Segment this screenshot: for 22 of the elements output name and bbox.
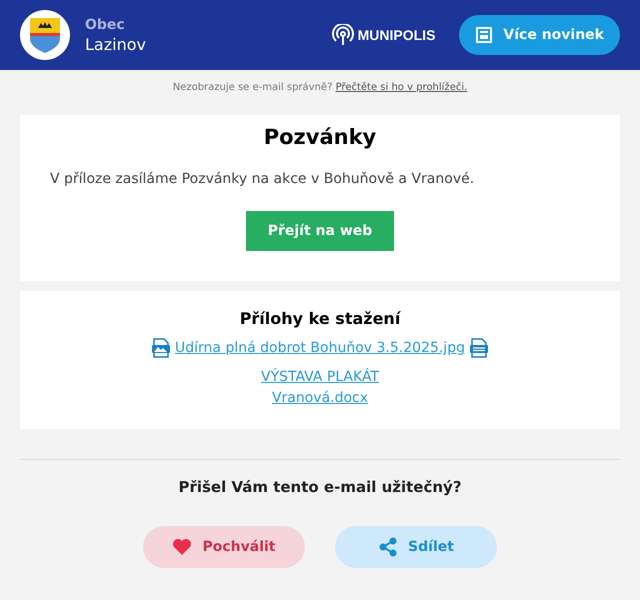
share-icon bbox=[378, 537, 398, 557]
image-file-icon bbox=[150, 338, 171, 358]
broadcast-icon bbox=[332, 24, 354, 46]
village-label: Obec bbox=[85, 16, 126, 32]
file-link[interactable]: Udírna plná dobrot Bohuňov 3.5.2025.jpg bbox=[175, 338, 465, 359]
share-button[interactable]: Sdílet bbox=[335, 526, 497, 568]
like-button[interactable]: Pochválit bbox=[143, 526, 305, 568]
feedback-question: Přišel Vám tento e-mail užitečný? bbox=[177, 478, 463, 496]
article-title: Pozvánky bbox=[262, 125, 378, 149]
newspaper-icon bbox=[475, 26, 494, 44]
browser-link[interactable]: Přečtěte si ho v prohlížeči. bbox=[336, 82, 468, 93]
more-news-button[interactable]: Více novinek bbox=[459, 15, 620, 55]
attachments-title: Přílohy ke stažení bbox=[238, 309, 402, 328]
village-name: Lazinov bbox=[85, 34, 146, 54]
crest-icon bbox=[20, 10, 70, 60]
article-text: V příloze zasíláme Pozvánky na akce v Bohuňově a Vranové. bbox=[50, 171, 476, 187]
heart-icon bbox=[172, 538, 192, 556]
file-link[interactable]: VÝSTAVA PLAKÁT Vranová.docx bbox=[245, 367, 395, 409]
text-file-icon bbox=[469, 338, 490, 358]
notice-text: Nezobrazuje se e-mail správně? bbox=[172, 82, 332, 93]
web-button[interactable]: Přejít na web bbox=[246, 211, 394, 251]
brand-name: MUNIPOLIS bbox=[358, 27, 436, 43]
